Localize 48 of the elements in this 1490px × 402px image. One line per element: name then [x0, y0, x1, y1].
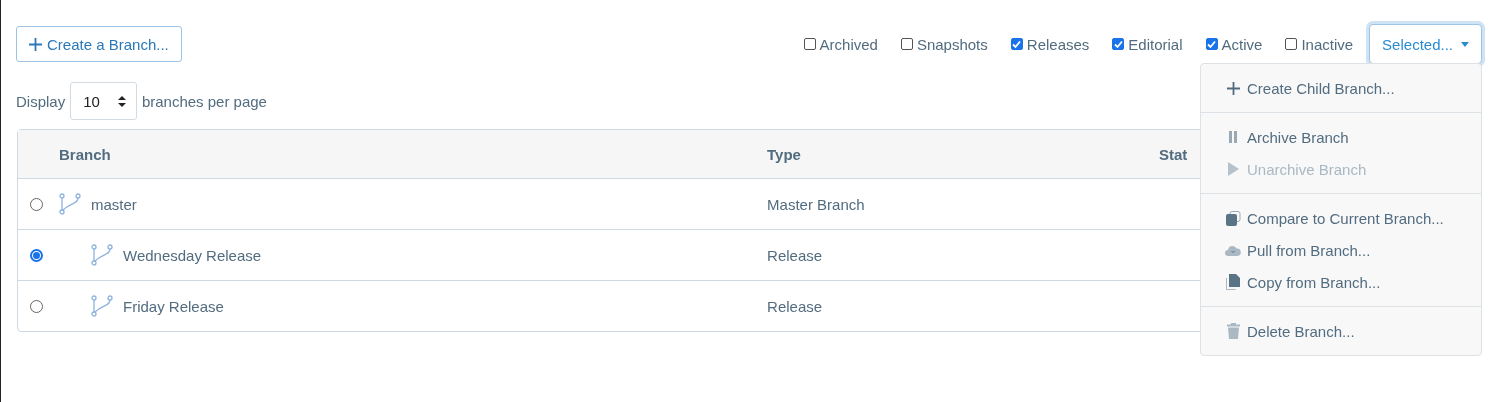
branch-type: Release — [767, 297, 823, 315]
menu-item[interactable]: Copy from Branch... — [1201, 266, 1481, 298]
row-radio[interactable] — [30, 299, 43, 313]
per-page-label: branches per page — [141, 92, 267, 110]
column-header: Stat — [1158, 145, 1188, 163]
filter-checkbox[interactable] — [900, 38, 913, 50]
plus-icon — [29, 37, 42, 51]
pause-icon — [1228, 131, 1238, 143]
copy-icon — [1226, 274, 1240, 290]
branch-name: master — [91, 195, 137, 213]
filter-label: Snapshots — [916, 35, 988, 53]
branch-name: Friday Release — [123, 297, 224, 315]
filter-label: Inactive — [1301, 35, 1354, 53]
menu-item[interactable]: Create Child Branch... — [1201, 72, 1481, 104]
create-branch-button[interactable]: Create a Branch... — [16, 26, 182, 62]
page-size-select[interactable]: 10 — [70, 82, 137, 120]
up-down-icon — [117, 95, 126, 107]
cloud-icon — [1225, 244, 1241, 256]
filter-checkbox[interactable] — [1205, 38, 1218, 50]
branch-icon — [91, 295, 113, 317]
branch-icon — [59, 193, 81, 215]
filter-checkbox[interactable] — [1112, 38, 1125, 50]
trash-icon — [1226, 323, 1240, 339]
filter-label: Editorial — [1128, 35, 1183, 53]
branch-name: Wednesday Release — [123, 246, 262, 264]
caret-icon — [1461, 41, 1469, 47]
branch-icon — [91, 244, 113, 266]
filter-label: Releases — [1026, 35, 1090, 53]
menu-item[interactable]: Compare to Current Branch... — [1201, 202, 1481, 234]
branch-type: Release — [767, 246, 823, 264]
filter-checkbox[interactable] — [1285, 38, 1298, 50]
column-header: Type — [767, 145, 801, 163]
filter-checkbox[interactable] — [803, 38, 816, 50]
compare-icon — [1225, 210, 1241, 226]
row-radio[interactable] — [30, 197, 43, 211]
plus-icon — [1226, 81, 1240, 95]
filter-label: Archived — [819, 35, 878, 53]
filter-label: Active — [1221, 35, 1263, 53]
branch-type: Master Branch — [767, 195, 865, 213]
menu-item[interactable]: Delete Branch... — [1201, 315, 1481, 347]
filter-checkbox[interactable] — [1010, 38, 1023, 50]
selected-dropdown-button[interactable]: Selected... — [1369, 24, 1482, 64]
row-radio[interactable] — [30, 248, 43, 262]
play-icon — [1227, 162, 1239, 176]
menu-item[interactable]: Archive Branch — [1201, 121, 1481, 153]
column-header: Branch — [59, 145, 111, 163]
display-label: Display — [16, 92, 66, 110]
menu-item[interactable]: Pull from Branch... — [1201, 234, 1481, 266]
